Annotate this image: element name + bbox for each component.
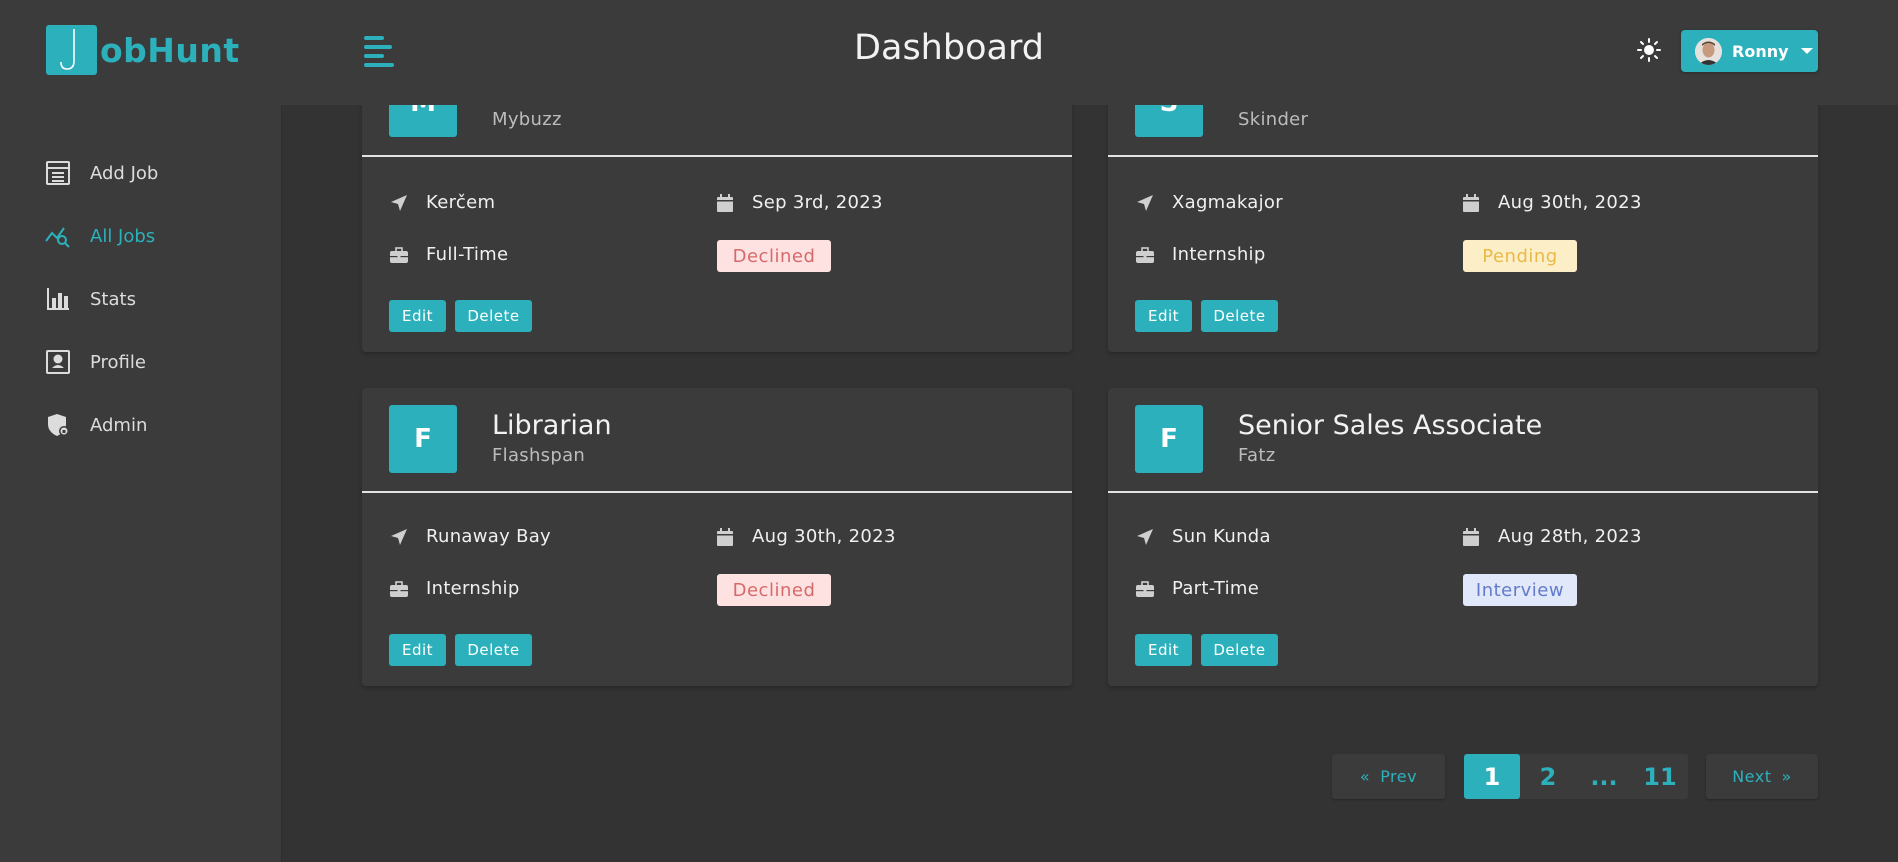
page-button-1[interactable]: 1: [1464, 754, 1520, 799]
edit-button[interactable]: Edit: [1135, 300, 1192, 332]
sidebar-item-label: Add Job: [90, 162, 159, 184]
job-company: Flashspan: [492, 445, 586, 466]
job-location: Xagmakajor: [1135, 192, 1283, 213]
chevron-down-icon: [1800, 48, 1813, 54]
job-card-header: F Senior Sales Associate Fatz: [1108, 388, 1818, 493]
theme-toggle-sun-icon[interactable]: [1636, 37, 1662, 63]
job-location: Sun Kunda: [1135, 526, 1271, 547]
job-date: Aug 28th, 2023: [1461, 526, 1642, 547]
edit-button[interactable]: Edit: [1135, 634, 1192, 666]
status-badge: Declined: [717, 240, 831, 272]
job-type: Internship: [389, 578, 520, 599]
sidebar-item-add-job[interactable]: Add Job: [44, 153, 274, 193]
calendar-icon: [1461, 527, 1481, 547]
page-button-11[interactable]: 11: [1632, 754, 1688, 799]
top-navbar: obHunt Dashboard Ronny: [0, 0, 1898, 105]
status-badge: Interview: [1463, 574, 1577, 606]
status-badge: Pending: [1463, 240, 1577, 272]
stats-icon: [44, 285, 72, 313]
pagination-pages: 1 2 ... 11: [1464, 754, 1688, 799]
edit-button[interactable]: Edit: [389, 634, 446, 666]
sidebar-item-label: Profile: [90, 351, 146, 373]
location-arrow-icon: [1135, 193, 1155, 213]
job-location: Kerčem: [389, 192, 495, 213]
company-initial: F: [389, 405, 457, 473]
page-ellipsis: ...: [1590, 762, 1618, 791]
status-badge: Declined: [717, 574, 831, 606]
delete-button[interactable]: Delete: [455, 634, 532, 666]
job-card: F Senior Sales Associate Fatz Sun Kunda …: [1108, 388, 1818, 686]
job-type: Full-Time: [389, 244, 508, 265]
avatar: [1695, 37, 1722, 65]
job-date: Sep 3rd, 2023: [715, 192, 883, 213]
next-page-button[interactable]: Next »: [1706, 754, 1818, 799]
job-type: Internship: [1135, 244, 1266, 265]
delete-button[interactable]: Delete: [1201, 634, 1278, 666]
briefcase-icon: [389, 245, 409, 265]
admin-icon: [44, 411, 72, 439]
job-company: Mybuzz: [492, 109, 562, 130]
location-arrow-icon: [389, 527, 409, 547]
all-jobs-icon: [44, 222, 72, 250]
sidebar-item-label: Admin: [90, 414, 148, 436]
double-chevron-right-icon: »: [1781, 767, 1792, 786]
user-menu-button[interactable]: Ronny: [1681, 30, 1818, 72]
job-location: Runaway Bay: [389, 526, 551, 547]
calendar-icon: [1461, 193, 1481, 213]
prev-page-button[interactable]: « Prev: [1332, 754, 1445, 799]
job-company: Fatz: [1238, 445, 1276, 466]
profile-icon: [44, 348, 72, 376]
sidebar-item-label: Stats: [90, 288, 136, 310]
briefcase-icon: [389, 579, 409, 599]
sidebar-item-label: All Jobs: [90, 225, 156, 247]
sidebar: Add Job All Jobs Stats Profile Admin: [0, 105, 282, 862]
double-chevron-left-icon: «: [1359, 767, 1371, 786]
job-company: Skinder: [1238, 109, 1309, 130]
sidebar-item-profile[interactable]: Profile: [44, 342, 274, 382]
sidebar-item-admin[interactable]: Admin: [44, 405, 274, 445]
company-initial: F: [1135, 405, 1203, 473]
user-name: Ronny: [1732, 41, 1789, 61]
delete-button[interactable]: Delete: [455, 300, 532, 332]
location-arrow-icon: [1135, 527, 1155, 547]
job-card-header: F Librarian Flashspan: [362, 388, 1072, 493]
briefcase-icon: [1135, 579, 1155, 599]
job-position: Senior Sales Associate: [1238, 410, 1543, 441]
job-type: Part-Time: [1135, 578, 1259, 599]
job-position: Librarian: [492, 410, 612, 441]
location-arrow-icon: [389, 193, 409, 213]
job-date: Aug 30th, 2023: [715, 526, 896, 547]
calendar-icon: [715, 527, 735, 547]
sidebar-item-stats[interactable]: Stats: [44, 279, 274, 319]
job-card: F Librarian Flashspan Runaway Bay Aug 30…: [362, 388, 1072, 686]
page-button-2[interactable]: 2: [1520, 754, 1576, 799]
calendar-icon: [715, 193, 735, 213]
add-job-icon: [44, 159, 72, 187]
sidebar-item-all-jobs[interactable]: All Jobs: [44, 216, 274, 256]
page-title: Dashboard: [854, 28, 1044, 68]
delete-button[interactable]: Delete: [1201, 300, 1278, 332]
job-date: Aug 30th, 2023: [1461, 192, 1642, 213]
edit-button[interactable]: Edit: [389, 300, 446, 332]
briefcase-icon: [1135, 245, 1155, 265]
